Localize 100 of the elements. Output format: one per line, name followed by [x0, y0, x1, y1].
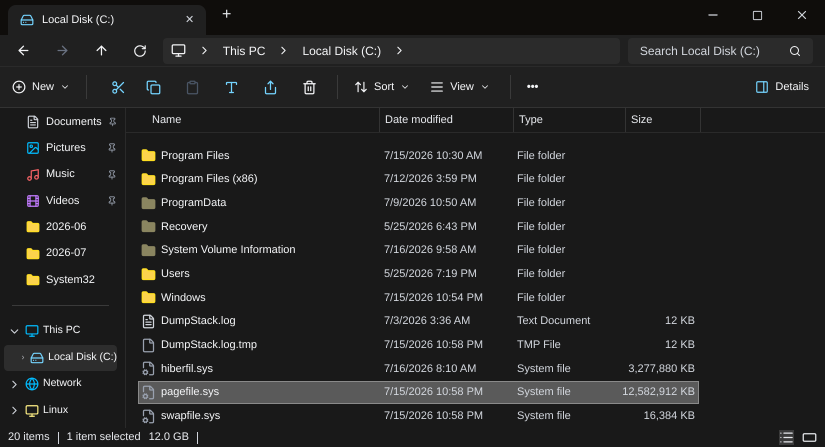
- file-name: Recovery: [160, 220, 208, 235]
- file-row[interactable]: Program Files (x86) 7/12/2026 3:59 PM File folder: [138, 168, 699, 192]
- date-cell-text: 7/15/2026 10:58 PM: [383, 338, 484, 353]
- type-cell-text: File folder: [516, 220, 566, 235]
- cut-icon[interactable]: [111, 80, 126, 94]
- file-row[interactable]: ProgramData 7/9/2026 10:50 AM File folder: [138, 191, 699, 215]
- system-file-icon: [141, 385, 156, 400]
- refresh-icon[interactable]: [132, 44, 147, 58]
- drive-icon: [20, 13, 34, 27]
- column-header[interactable]: Size: [631, 112, 652, 128]
- address-bar[interactable]: This PC Local Disk (C:): [162, 38, 620, 64]
- quick-access-item[interactable]: Documents: [4, 109, 117, 136]
- share-icon[interactable]: [263, 80, 278, 94]
- nav-tree-item[interactable]: Network: [4, 371, 117, 398]
- type-cell-text: File folder: [516, 172, 566, 188]
- quick-access-item[interactable]: System32: [4, 266, 117, 294]
- folder-icon: [141, 266, 156, 282]
- date-cell-text: 5/25/2026 7:19 PM: [383, 266, 478, 282]
- column-header[interactable]: Date modified: [385, 112, 453, 128]
- tab[interactable]: Local Disk (C:) ✕: [8, 5, 206, 35]
- file-name: pagefile.sys: [160, 385, 220, 400]
- file-row[interactable]: swapfile.sys 7/15/2026 10:58 PM System file 16,384 KB: [138, 404, 699, 428]
- close-tab-button[interactable]: ✕: [185, 12, 194, 28]
- forward-icon[interactable]: [54, 43, 70, 58]
- file-name: hiberfil.sys: [160, 362, 214, 377]
- up-icon[interactable]: [94, 43, 109, 58]
- more-button[interactable]: •••: [526, 78, 538, 96]
- new-button[interactable]: New: [12, 78, 70, 96]
- date-cell-text: 7/16/2026 9:58 AM: [383, 243, 478, 258]
- plus-icon: [12, 80, 26, 94]
- file-name: Program Files: [160, 148, 230, 164]
- music-icon: [26, 168, 40, 182]
- quick-access-item[interactable]: Pictures: [4, 135, 117, 162]
- quick-access-item[interactable]: 2026-07: [4, 240, 117, 267]
- type-cell-text: File folder: [516, 290, 566, 306]
- back-icon[interactable]: [16, 43, 31, 58]
- lines-icon: [430, 80, 444, 94]
- type-cell-text: Text Document: [516, 314, 592, 330]
- file-row[interactable]: Program Files 7/15/2026 10:30 AM File folder: [138, 144, 699, 168]
- system-file-icon: [141, 361, 156, 376]
- date-cell-text: 7/15/2026 10:58 PM: [383, 385, 484, 400]
- tiles-view-icon[interactable]: [802, 430, 817, 445]
- file-row[interactable]: Users 5/25/2026 7:19 PM File folder: [138, 262, 699, 286]
- tab-title: Local Disk (C:): [42, 12, 116, 28]
- file-name: Users: [160, 266, 191, 282]
- close-icon[interactable]: [795, 8, 809, 22]
- folder-icon: [26, 220, 40, 234]
- monitor-icon: [170, 43, 186, 58]
- file-row[interactable]: Windows 7/15/2026 10:54 PM File folder: [138, 286, 699, 310]
- nav-tree-item[interactable]: This PC: [4, 318, 117, 345]
- view-button[interactable]: View: [430, 78, 490, 96]
- type-cell-text: File folder: [516, 196, 566, 211]
- new-tab-button[interactable]: +: [222, 3, 232, 27]
- globe-icon: [25, 377, 39, 392]
- file-row[interactable]: pagefile.sys 7/15/2026 10:58 PM System file 12,582,912 KB: [138, 380, 699, 404]
- file-row[interactable]: System Volume Information 7/16/2026 9:58 AM File folder: [138, 238, 699, 262]
- file-row[interactable]: DumpStack.log.tmp 7/15/2026 10:58 PM TMP File 12 KB: [138, 333, 699, 358]
- type-cell-text: System file: [516, 362, 572, 377]
- column-header[interactable]: Type: [519, 112, 543, 128]
- picture-icon: [26, 141, 40, 156]
- rename-icon[interactable]: [224, 80, 240, 94]
- system-file-icon: [141, 408, 156, 424]
- type-cell-text: File folder: [516, 266, 566, 282]
- file-name: System Volume Information: [160, 243, 297, 258]
- breadcrumb[interactable]: Local Disk (C:): [302, 42, 382, 60]
- column-header[interactable]: Name: [152, 112, 182, 128]
- date-cell-text: 5/25/2026 6:43 PM: [383, 220, 478, 235]
- folder-icon: [141, 242, 156, 258]
- size-cell-text: 3,277,880 KB: [627, 362, 695, 377]
- size-cell-text: 16,384 KB: [642, 408, 695, 424]
- size-cell-text: 12,582,912 KB: [621, 385, 695, 400]
- type-cell-text: System file: [516, 385, 572, 400]
- nav-tree-item[interactable]: Local Disk (C:): [4, 344, 117, 372]
- file-row[interactable]: hiberfil.sys 7/16/2026 8:10 AM System file 3,277,880 KB: [138, 357, 699, 381]
- file-row[interactable]: DumpStack.log 7/3/2026 3:36 AM Text Document 12 KB: [138, 310, 699, 334]
- details-view-icon[interactable]: [779, 430, 794, 445]
- search-icon: [789, 44, 801, 56]
- nav-tree-item[interactable]: Linux: [4, 398, 117, 424]
- panel-icon: [755, 80, 770, 94]
- details-button[interactable]: Details: [755, 78, 809, 96]
- folder-icon: [141, 219, 156, 234]
- search-field[interactable]: Search Local Disk (C:): [628, 38, 813, 64]
- delete-icon[interactable]: [302, 80, 318, 94]
- maximize-icon[interactable]: [752, 10, 763, 21]
- quick-access-item[interactable]: 2026-06: [4, 214, 117, 240]
- sort-button[interactable]: Sort: [354, 78, 410, 96]
- file-name: swapfile.sys: [160, 408, 222, 424]
- file-row[interactable]: Recovery 5/25/2026 6:43 PM File folder: [138, 214, 699, 239]
- folder-icon: [26, 272, 40, 287]
- quick-access-item[interactable]: Videos: [4, 188, 117, 214]
- document-icon: [26, 115, 40, 130]
- date-cell-text: 7/15/2026 10:54 PM: [383, 290, 484, 306]
- copy-icon[interactable]: [146, 80, 162, 94]
- film-icon: [26, 194, 40, 208]
- date-cell-text: 7/9/2026 10:50 AM: [383, 196, 478, 211]
- breadcrumb[interactable]: This PC: [222, 42, 266, 60]
- type-cell-text: System file: [516, 408, 572, 424]
- file-name: Program Files (x86): [160, 172, 259, 188]
- folder-icon: [141, 172, 156, 187]
- quick-access-item[interactable]: Music: [4, 162, 117, 188]
